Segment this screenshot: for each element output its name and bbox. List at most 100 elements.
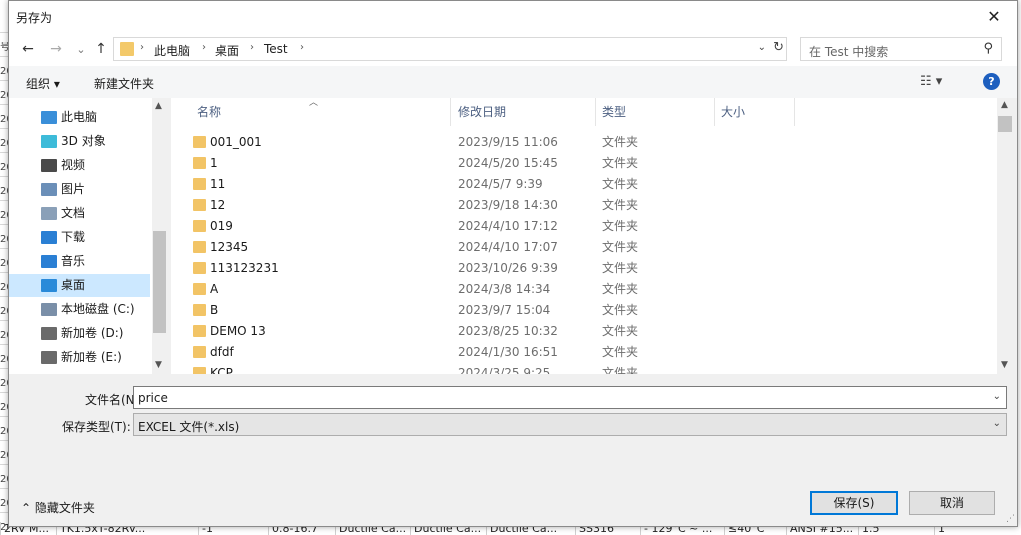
folder-icon bbox=[193, 220, 206, 232]
folder-icon bbox=[193, 325, 206, 337]
sheet-row-mark: 20 bbox=[0, 162, 8, 173]
title-bar: 另存为 ✕ bbox=[9, 1, 1017, 32]
file-row[interactable]: 019 2024/4/10 17:12 文件夹 bbox=[171, 216, 1005, 237]
resize-grip-icon[interactable]: ⋰ bbox=[1006, 514, 1015, 524]
folder-icon bbox=[193, 178, 206, 190]
folder-icon bbox=[193, 199, 206, 211]
refresh-icon[interactable]: ↻ bbox=[773, 40, 784, 55]
recent-locations-icon[interactable]: ⌄ bbox=[72, 40, 90, 58]
sheet-gridline bbox=[0, 416, 8, 417]
organize-button[interactable]: 组织 ▾ bbox=[26, 75, 60, 92]
sidebar-item[interactable]: 音乐 bbox=[9, 250, 150, 273]
sidebar-item-label: 新加卷 (D:) bbox=[61, 326, 124, 340]
new-folder-button[interactable]: 新建文件夹 bbox=[94, 75, 154, 92]
column-header-type[interactable]: 类型 bbox=[596, 98, 715, 126]
file-date: 2023/9/15 11:06 bbox=[458, 135, 558, 149]
sheet-gridline bbox=[0, 440, 8, 441]
file-row[interactable]: 1 2024/5/20 15:45 文件夹 bbox=[171, 153, 1005, 174]
file-name: 12 bbox=[210, 198, 226, 212]
help-icon[interactable]: ? bbox=[983, 73, 1000, 90]
file-row[interactable]: A 2024/3/8 14:34 文件夹 bbox=[171, 279, 1005, 300]
scroll-down-icon[interactable]: ▼ bbox=[155, 360, 162, 370]
file-list-scrollbar[interactable]: ▲ ▼ bbox=[997, 98, 1013, 374]
chevron-down-icon[interactable]: ⌄ bbox=[993, 418, 1001, 429]
sidebar-item-label: 本地磁盘 (C:) bbox=[61, 302, 135, 316]
sidebar-item[interactable]: 新加卷 (D:) bbox=[9, 322, 150, 345]
sidebar-item[interactable]: 桌面 bbox=[9, 274, 150, 297]
cube-icon bbox=[41, 135, 57, 148]
search-placeholder: 在 Test 中搜索 bbox=[809, 45, 889, 59]
close-icon[interactable]: ✕ bbox=[971, 1, 1017, 32]
file-row[interactable]: 11 2024/5/7 9:39 文件夹 bbox=[171, 174, 1005, 195]
hide-folders-button[interactable]: ⌃ 隐藏文件夹 bbox=[21, 499, 95, 516]
file-name: 113123231 bbox=[210, 261, 279, 275]
file-date: 2024/4/10 17:07 bbox=[458, 240, 558, 254]
sidebar-item[interactable]: 图片 bbox=[9, 178, 150, 201]
filetype-select[interactable]: EXCEL 文件(*.xls) ⌄ bbox=[133, 413, 1007, 436]
column-header-name[interactable]: 名称 bbox=[191, 98, 451, 126]
chevron-right-icon: › bbox=[140, 42, 144, 53]
file-type: 文件夹 bbox=[602, 240, 639, 254]
search-icon: ⚲ bbox=[983, 41, 993, 56]
scrollbar-thumb[interactable] bbox=[998, 116, 1012, 132]
sheet-row-mark: 20 bbox=[0, 138, 8, 149]
scroll-up-icon[interactable]: ▲ bbox=[1001, 100, 1008, 110]
scroll-down-icon[interactable]: ▼ bbox=[1001, 360, 1008, 370]
folder-icon bbox=[193, 157, 206, 169]
scrollbar-thumb[interactable] bbox=[153, 231, 166, 333]
sheet-row-mark: 20 bbox=[0, 474, 8, 485]
file-type: 文件夹 bbox=[602, 345, 639, 359]
file-row[interactable]: B 2023/9/7 15:04 文件夹 bbox=[171, 300, 1005, 321]
document-icon bbox=[41, 207, 57, 220]
drive-icon bbox=[41, 327, 57, 340]
file-row[interactable]: 113123231 2023/10/26 9:39 文件夹 bbox=[171, 258, 1005, 279]
breadcrumb-test[interactable]: Test bbox=[264, 42, 288, 56]
sidebar-item[interactable]: 此电脑 bbox=[9, 106, 150, 129]
scroll-up-icon[interactable]: ▲ bbox=[155, 101, 162, 111]
file-row[interactable]: dfdf 2024/1/30 16:51 文件夹 bbox=[171, 342, 1005, 363]
save-as-dialog: 另存为 ✕ ← → ⌄ ↑ › 此电脑 › 桌面 › Test › ⌄ ↻ 在 … bbox=[8, 0, 1018, 527]
command-bar: 组织 ▾ 新建文件夹 ☷ ▾ ? bbox=[9, 66, 1017, 98]
sidebar-item[interactable]: 3D 对象 bbox=[9, 130, 150, 153]
file-name: KCP bbox=[210, 366, 233, 374]
file-date: 2024/3/25 9:25 bbox=[458, 366, 551, 374]
column-header-size[interactable]: 大小 bbox=[715, 98, 795, 126]
file-date: 2024/4/10 17:12 bbox=[458, 219, 558, 233]
cancel-button[interactable]: 取消 bbox=[909, 491, 995, 515]
back-arrow-icon[interactable]: ← bbox=[19, 40, 37, 58]
file-name: DEMO 13 bbox=[210, 324, 266, 338]
sidebar-item[interactable]: 新加卷 (E:) bbox=[9, 346, 150, 369]
sidebar-item[interactable]: 文档 bbox=[9, 202, 150, 225]
up-arrow-icon[interactable]: ↑ bbox=[92, 40, 110, 58]
sidebar-item[interactable]: 下载 bbox=[9, 226, 150, 249]
chevron-down-icon[interactable]: ⌄ bbox=[758, 42, 766, 53]
view-options-icon[interactable]: ☷ ▾ bbox=[920, 74, 942, 89]
sheet-row-mark: 20 bbox=[0, 378, 8, 389]
sheet-gridline bbox=[0, 152, 8, 153]
sidebar-item-label: 桌面 bbox=[61, 278, 86, 292]
column-header-date[interactable]: 修改日期 bbox=[452, 98, 596, 126]
file-row[interactable]: KCP 2024/3/25 9:25 文件夹 bbox=[171, 363, 1005, 374]
file-row[interactable]: 12345 2024/4/10 17:07 文件夹 bbox=[171, 237, 1005, 258]
file-row[interactable]: 12 2023/9/18 14:30 文件夹 bbox=[171, 195, 1005, 216]
file-row[interactable]: 001_001 2023/9/15 11:06 文件夹 bbox=[171, 132, 1005, 153]
file-name: 001_001 bbox=[210, 135, 262, 149]
search-input[interactable]: 在 Test 中搜索 ⚲ bbox=[800, 37, 1002, 61]
sheet-row-mark: 20 bbox=[0, 450, 8, 461]
chevron-down-icon[interactable]: ⌄ bbox=[993, 391, 1001, 402]
breadcrumb-desktop[interactable]: 桌面 bbox=[215, 42, 239, 59]
breadcrumb-this-pc[interactable]: 此电脑 bbox=[154, 42, 190, 59]
address-bar[interactable]: › 此电脑 › 桌面 › Test › ⌄ ↻ bbox=[113, 37, 787, 61]
sidebar-item[interactable]: 视频 bbox=[9, 154, 150, 177]
sidebar-scrollbar[interactable]: ▲ ▼ bbox=[152, 98, 167, 374]
sheet-gridline bbox=[0, 464, 8, 465]
sheet-gridline bbox=[0, 368, 8, 369]
filename-field[interactable]: price ⌄ bbox=[133, 386, 1007, 409]
sheet-gridline bbox=[0, 224, 8, 225]
sheet-row-mark: 20 bbox=[0, 234, 8, 245]
file-row[interactable]: DEMO 13 2023/8/25 10:32 文件夹 bbox=[171, 321, 1005, 342]
save-button[interactable]: 保存(S) bbox=[810, 491, 898, 515]
sidebar-item[interactable]: 本地磁盘 (C:) bbox=[9, 298, 150, 321]
sheet-row-mark: 20 bbox=[0, 90, 8, 101]
forward-arrow-icon[interactable]: → bbox=[47, 40, 65, 58]
